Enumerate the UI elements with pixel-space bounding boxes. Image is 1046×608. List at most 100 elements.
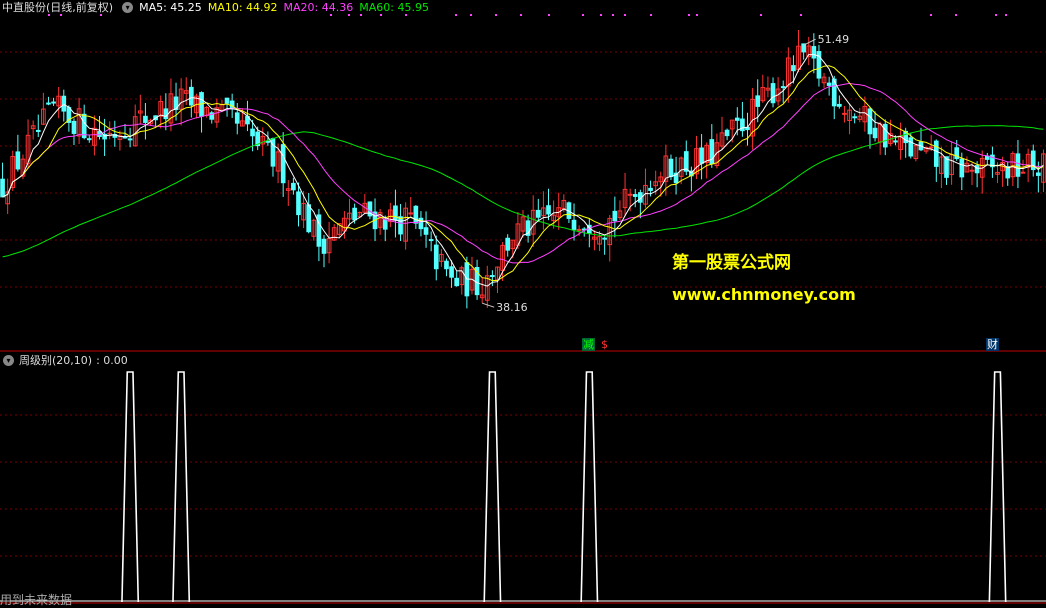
candle-body	[852, 116, 857, 119]
indicator-spike	[172, 371, 191, 603]
chevron-down-icon[interactable]: ▾	[122, 1, 134, 13]
candle-body	[71, 120, 77, 134]
candle-body	[826, 82, 832, 86]
candle-body	[928, 146, 934, 149]
candle-body	[449, 266, 454, 278]
candle-body	[127, 138, 133, 141]
candle-body	[398, 216, 403, 235]
candle-body	[490, 275, 495, 278]
marker-dot	[688, 14, 690, 16]
indicator-spike	[483, 371, 502, 603]
candle-body	[393, 205, 398, 221]
candle-body	[505, 237, 511, 251]
candle-body	[1015, 153, 1021, 177]
marker-dot	[612, 14, 614, 16]
candle-body	[612, 210, 618, 222]
candle-body	[250, 128, 255, 137]
candle-body	[984, 155, 990, 160]
indicator-spike	[580, 371, 599, 603]
marker-dot	[405, 14, 407, 16]
candle-body	[867, 108, 873, 135]
ma60-label: MA60: 45.95	[359, 0, 429, 14]
candle-body	[163, 108, 169, 120]
ma5-line	[2, 54, 1044, 287]
watermark-url: www.chnmoney.com	[672, 285, 856, 304]
marker-dot	[520, 14, 522, 16]
signal-cai: 财	[986, 338, 999, 351]
marker-dot	[624, 14, 626, 16]
candle-body	[648, 187, 653, 191]
candle-body	[683, 151, 689, 172]
ma5-label: MA5: 45.25	[139, 0, 202, 14]
candle-body	[86, 138, 92, 141]
stock-chart: 51.49 38.16	[0, 14, 1046, 604]
candle-body	[576, 228, 582, 231]
candle-body	[428, 239, 434, 242]
candle-body	[382, 219, 388, 230]
marker-dot	[582, 14, 584, 16]
candle-body	[811, 46, 817, 59]
candle-body	[321, 238, 327, 254]
candle-body	[61, 95, 67, 112]
marker-dot	[650, 14, 652, 16]
candle-body	[418, 217, 424, 230]
marker-dot	[995, 14, 997, 16]
indicator-legend: ▾ 周级别(20,10) : 0.00	[0, 353, 128, 367]
candle-body	[724, 129, 730, 137]
candle-body	[959, 158, 965, 178]
candle-body	[535, 209, 541, 218]
annotation-leader	[482, 302, 495, 308]
candle-body	[770, 83, 776, 104]
candle-body	[602, 237, 607, 240]
marker-dot	[360, 14, 362, 16]
candle-body	[627, 193, 633, 196]
marker-dot	[455, 14, 457, 16]
marker-dot	[1005, 14, 1007, 16]
marker-dot	[548, 14, 550, 16]
watermark-cn: 第一股票公式网	[672, 253, 791, 273]
candle-body	[81, 113, 87, 139]
candle-body	[632, 194, 638, 197]
candle-body	[969, 169, 975, 172]
marker-dot	[495, 14, 497, 16]
chevron-down-icon[interactable]: ▾	[3, 354, 14, 366]
candle-body	[1036, 172, 1041, 176]
candle-body	[842, 112, 847, 115]
candle-body	[224, 97, 230, 104]
marker-dot	[800, 14, 802, 16]
annotation-label: 38.16	[496, 301, 528, 314]
marker-dot	[380, 14, 382, 16]
candle-body	[1020, 171, 1026, 174]
candle-body	[280, 144, 286, 184]
candle-body	[546, 205, 551, 215]
signal-dollar: $	[601, 338, 608, 351]
ma20-label: MA20: 44.36	[283, 0, 354, 14]
candle-body	[933, 140, 939, 167]
main-legend: ▾ 中直股份(日线,前复权) ▾ MA5: 45.25 MA10: 44.92 …	[0, 0, 435, 15]
candle-body	[974, 165, 980, 174]
candle-body	[296, 191, 301, 216]
marker-dot	[600, 14, 602, 16]
ma10-line	[2, 65, 1044, 282]
candle-body	[352, 207, 357, 221]
marker-dot	[470, 14, 472, 16]
indicator-spike	[121, 371, 140, 603]
candle-body	[189, 86, 194, 106]
candle-body	[444, 260, 449, 270]
candle-body	[571, 219, 577, 230]
candle-body	[780, 86, 786, 89]
marker-dot	[348, 14, 350, 16]
candle-body	[699, 147, 704, 164]
candle-body	[35, 129, 41, 132]
marker-dot	[955, 14, 957, 16]
annotation-label: 51.49	[818, 33, 850, 46]
marker-dot	[330, 14, 332, 16]
indicator-label: 周级别(20,10)	[19, 354, 93, 367]
candle-body	[893, 140, 898, 143]
candle-body	[265, 140, 271, 143]
marker-dot	[696, 14, 698, 16]
candle-body	[0, 178, 5, 198]
candle-body	[734, 117, 740, 121]
candle-body	[755, 95, 761, 107]
candle-body	[291, 182, 296, 191]
